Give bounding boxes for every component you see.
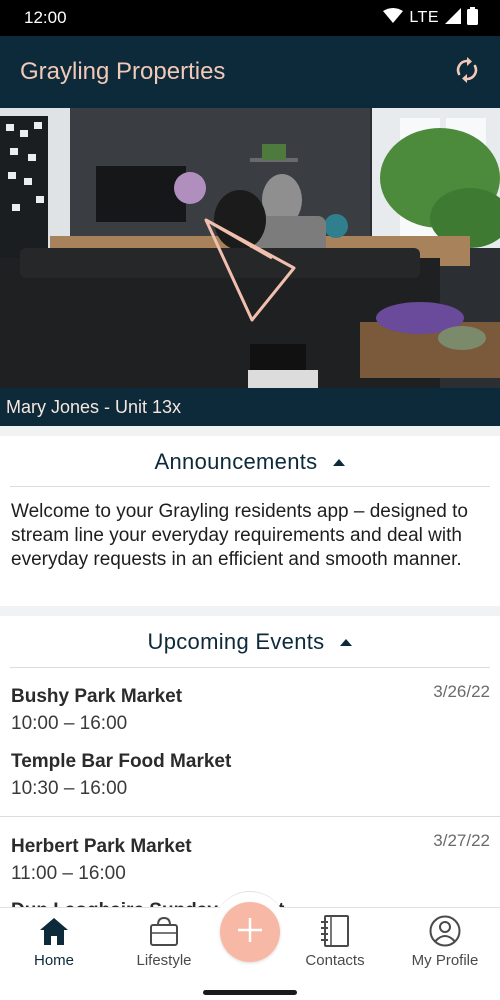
event-time: 10:30 – 16:00 (11, 778, 128, 799)
nav-contacts-label: Contacts (305, 952, 365, 969)
plus-icon (235, 915, 265, 950)
nav-home-label: Home (33, 952, 74, 969)
nav-contacts[interactable]: Contacts (285, 908, 385, 980)
announcements-header[interactable]: Announcements (0, 436, 500, 488)
nav-my-profile-label: My Profile (411, 952, 479, 969)
home-icon (38, 914, 70, 948)
profile-icon (429, 914, 461, 948)
nav-lifestyle-label: Lifestyle (136, 952, 192, 969)
signal-icon (445, 7, 461, 29)
divider (10, 486, 490, 487)
add-button[interactable] (220, 902, 280, 962)
caret-up-icon (333, 458, 346, 466)
app-bar: Grayling Properties (0, 36, 500, 108)
battery-icon (467, 6, 478, 30)
status-time: 12:00 (24, 8, 67, 27)
event-time: 11:00 – 16:00 (11, 863, 126, 884)
refresh-icon (455, 56, 479, 88)
notebook-icon (320, 914, 350, 948)
event-name: Herbert Park Market (11, 836, 192, 857)
nav-home[interactable]: Home (4, 908, 104, 980)
hero-image (0, 108, 500, 388)
home-gesture-bar[interactable] (203, 990, 297, 995)
app-title: Grayling Properties (20, 58, 226, 85)
event-date: 3/26/22 (433, 682, 490, 701)
network-type: LTE (409, 9, 439, 26)
announcement-body: Welcome to your Grayling residents app –… (11, 501, 468, 570)
section-spacer (0, 606, 500, 616)
status-icons: LTE (383, 6, 478, 30)
divider (10, 667, 490, 668)
event-time: 10:00 – 16:00 (11, 713, 128, 734)
events-title: Upcoming Events (147, 629, 325, 654)
nav-lifestyle[interactable]: Lifestyle (114, 908, 214, 980)
shopping-bag-icon (148, 914, 180, 948)
wifi-icon (383, 7, 404, 29)
events-header[interactable]: Upcoming Events (0, 616, 500, 668)
announcements-title: Announcements (154, 449, 318, 474)
divider (0, 816, 500, 817)
caret-up-icon (340, 638, 353, 646)
section-spacer (0, 426, 500, 436)
refresh-button[interactable] (452, 56, 482, 88)
event-name: Temple Bar Food Market (11, 751, 232, 772)
resident-label: Mary Jones - Unit 13x (0, 388, 500, 426)
status-bar: 12:00 LTE (0, 0, 500, 36)
nav-my-profile[interactable]: My Profile (395, 908, 495, 980)
event-date: 3/27/22 (433, 831, 490, 850)
event-name: Bushy Park Market (11, 686, 183, 707)
